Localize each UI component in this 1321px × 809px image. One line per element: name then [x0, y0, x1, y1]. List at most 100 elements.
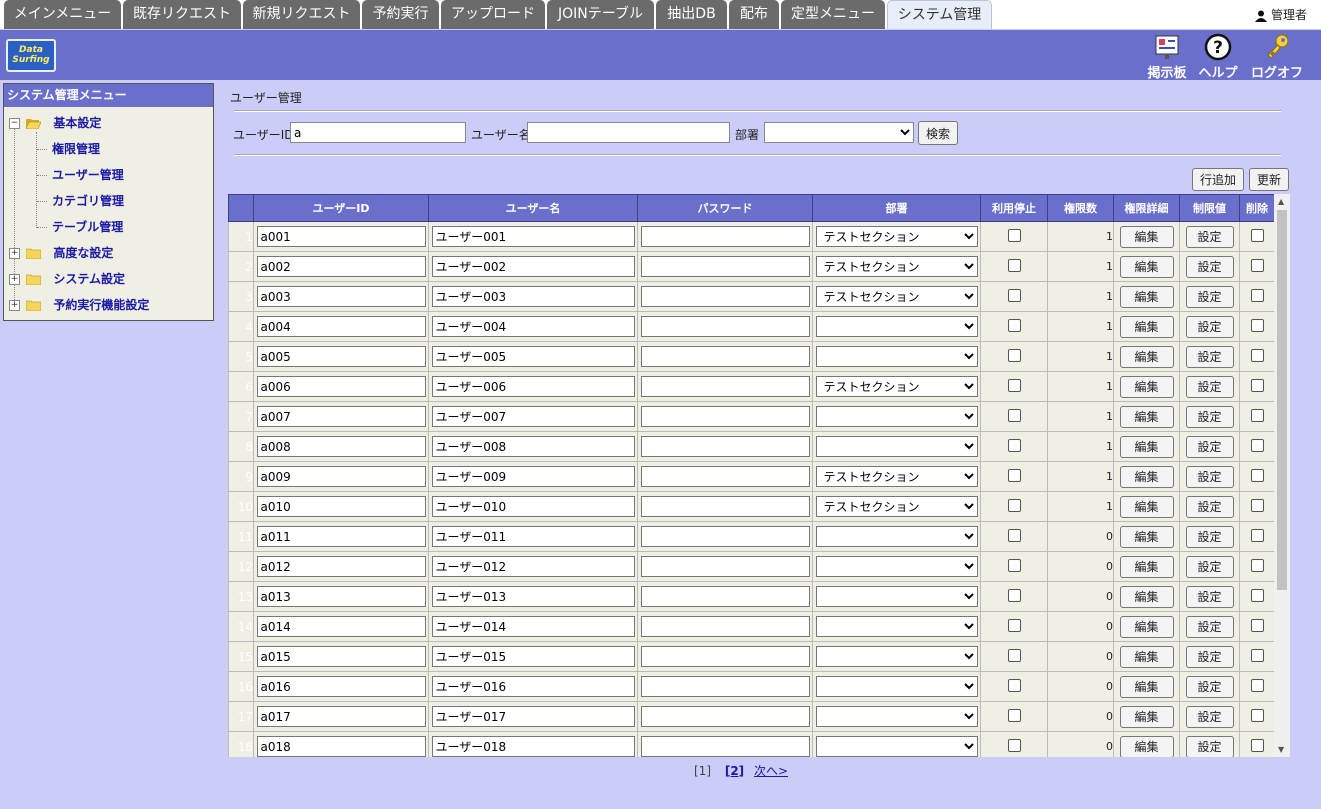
- collapse-icon[interactable]: −: [9, 118, 20, 129]
- edit-permission-button[interactable]: 編集: [1119, 435, 1174, 458]
- dept-cell-select[interactable]: [815, 646, 978, 667]
- suspend-checkbox[interactable]: [1007, 438, 1021, 452]
- dept-cell-select[interactable]: [815, 436, 978, 457]
- username-cell-input[interactable]: [431, 226, 635, 247]
- column-header[interactable]: パスワード: [637, 194, 813, 222]
- delete-checkbox[interactable]: [1250, 468, 1264, 482]
- username-cell-input[interactable]: [431, 466, 635, 487]
- limit-setting-button[interactable]: 設定: [1185, 645, 1234, 668]
- suspend-checkbox[interactable]: [1007, 468, 1021, 482]
- delete-checkbox[interactable]: [1250, 318, 1264, 332]
- password-cell-input[interactable]: [640, 616, 810, 637]
- limit-setting-button[interactable]: 設定: [1185, 735, 1234, 757]
- delete-checkbox[interactable]: [1250, 438, 1264, 452]
- password-cell-input[interactable]: [640, 376, 810, 397]
- edit-permission-button[interactable]: 編集: [1119, 585, 1174, 608]
- password-cell-input[interactable]: [640, 286, 810, 307]
- edit-permission-button[interactable]: 編集: [1119, 225, 1174, 248]
- password-cell-input[interactable]: [640, 496, 810, 517]
- help-button[interactable]: ? ヘルプ: [1197, 33, 1239, 81]
- dept-cell-select[interactable]: テストセクション: [815, 376, 978, 397]
- sidebar-group-basic-settings[interactable]: − 基本設定: [9, 111, 101, 135]
- username-cell-input[interactable]: [431, 316, 635, 337]
- password-cell-input[interactable]: [640, 556, 810, 577]
- edit-permission-button[interactable]: 編集: [1119, 315, 1174, 338]
- limit-setting-button[interactable]: 設定: [1185, 525, 1234, 548]
- sidebar-group-system-settings[interactable]: + システム設定: [9, 267, 125, 291]
- edit-permission-button[interactable]: 編集: [1119, 375, 1174, 398]
- dept-cell-select[interactable]: テストセクション: [815, 466, 978, 487]
- search-button[interactable]: 検索: [918, 121, 958, 145]
- delete-checkbox[interactable]: [1250, 408, 1264, 422]
- tab-new-request[interactable]: 新規リクエスト: [243, 0, 360, 29]
- dept-cell-select[interactable]: [815, 676, 978, 697]
- sidebar-item-permissions[interactable]: 権限管理: [52, 137, 100, 161]
- userid-cell-input[interactable]: [256, 586, 426, 607]
- sidebar-item-user-management[interactable]: ユーザー管理: [52, 163, 124, 187]
- dept-cell-select[interactable]: [815, 736, 978, 757]
- edit-permission-button[interactable]: 編集: [1119, 705, 1174, 728]
- limit-setting-button[interactable]: 設定: [1185, 435, 1234, 458]
- limit-setting-button[interactable]: 設定: [1185, 255, 1234, 278]
- dept-cell-select[interactable]: [815, 616, 978, 637]
- edit-permission-button[interactable]: 編集: [1119, 345, 1174, 368]
- dept-cell-select[interactable]: [815, 526, 978, 547]
- username-cell-input[interactable]: [431, 496, 635, 517]
- sidebar-item-table-management[interactable]: テーブル管理: [52, 215, 123, 239]
- userid-cell-input[interactable]: [256, 676, 426, 697]
- scrollbar-thumb[interactable]: [1277, 210, 1287, 590]
- username-cell-input[interactable]: [431, 286, 635, 307]
- column-header[interactable]: 利用停止: [980, 194, 1048, 222]
- password-cell-input[interactable]: [640, 646, 810, 667]
- scroll-down-icon[interactable]: ▼: [1278, 745, 1284, 754]
- expand-icon[interactable]: +: [9, 300, 20, 311]
- suspend-checkbox[interactable]: [1007, 588, 1021, 602]
- update-button[interactable]: 更新: [1249, 168, 1289, 191]
- delete-checkbox[interactable]: [1250, 618, 1264, 632]
- password-cell-input[interactable]: [640, 436, 810, 457]
- dept-cell-select[interactable]: [815, 556, 978, 577]
- delete-checkbox[interactable]: [1250, 648, 1264, 662]
- username-search-input[interactable]: [527, 122, 730, 143]
- expand-icon[interactable]: +: [9, 248, 20, 259]
- limit-setting-button[interactable]: 設定: [1185, 615, 1234, 638]
- userid-cell-input[interactable]: [256, 736, 426, 757]
- username-cell-input[interactable]: [431, 646, 635, 667]
- edit-permission-button[interactable]: 編集: [1119, 615, 1174, 638]
- dept-cell-select[interactable]: [815, 346, 978, 367]
- page-2-link[interactable]: [2]: [725, 764, 744, 778]
- suspend-checkbox[interactable]: [1007, 528, 1021, 542]
- tab-main-menu[interactable]: メインメニュー: [4, 0, 121, 29]
- column-header[interactable]: 部署: [812, 194, 981, 222]
- tab-existing-request[interactable]: 既存リクエスト: [123, 0, 241, 29]
- password-cell-input[interactable]: [640, 586, 810, 607]
- suspend-checkbox[interactable]: [1007, 648, 1021, 662]
- userid-cell-input[interactable]: [256, 706, 426, 727]
- edit-permission-button[interactable]: 編集: [1119, 735, 1174, 757]
- limit-setting-button[interactable]: 設定: [1185, 705, 1234, 728]
- username-cell-input[interactable]: [431, 346, 635, 367]
- tab-scheduled-run[interactable]: 予約実行: [362, 0, 439, 29]
- password-cell-input[interactable]: [640, 406, 810, 427]
- suspend-checkbox[interactable]: [1007, 678, 1021, 692]
- edit-permission-button[interactable]: 編集: [1119, 465, 1174, 488]
- logoff-button[interactable]: ログオフ: [1248, 33, 1306, 81]
- userid-cell-input[interactable]: [256, 436, 426, 457]
- edit-permission-button[interactable]: 編集: [1119, 525, 1174, 548]
- limit-setting-button[interactable]: 設定: [1185, 555, 1234, 578]
- dept-cell-select[interactable]: [815, 706, 978, 727]
- suspend-checkbox[interactable]: [1007, 288, 1021, 302]
- limit-setting-button[interactable]: 設定: [1185, 225, 1234, 248]
- password-cell-input[interactable]: [640, 346, 810, 367]
- username-cell-input[interactable]: [431, 376, 635, 397]
- edit-permission-button[interactable]: 編集: [1119, 645, 1174, 668]
- edit-permission-button[interactable]: 編集: [1119, 285, 1174, 308]
- delete-checkbox[interactable]: [1250, 708, 1264, 722]
- dept-cell-select[interactable]: [815, 316, 978, 337]
- suspend-checkbox[interactable]: [1007, 318, 1021, 332]
- edit-permission-button[interactable]: 編集: [1119, 675, 1174, 698]
- delete-checkbox[interactable]: [1250, 738, 1264, 752]
- userid-cell-input[interactable]: [256, 316, 426, 337]
- dept-cell-select[interactable]: テストセクション: [815, 286, 978, 307]
- userid-cell-input[interactable]: [256, 406, 426, 427]
